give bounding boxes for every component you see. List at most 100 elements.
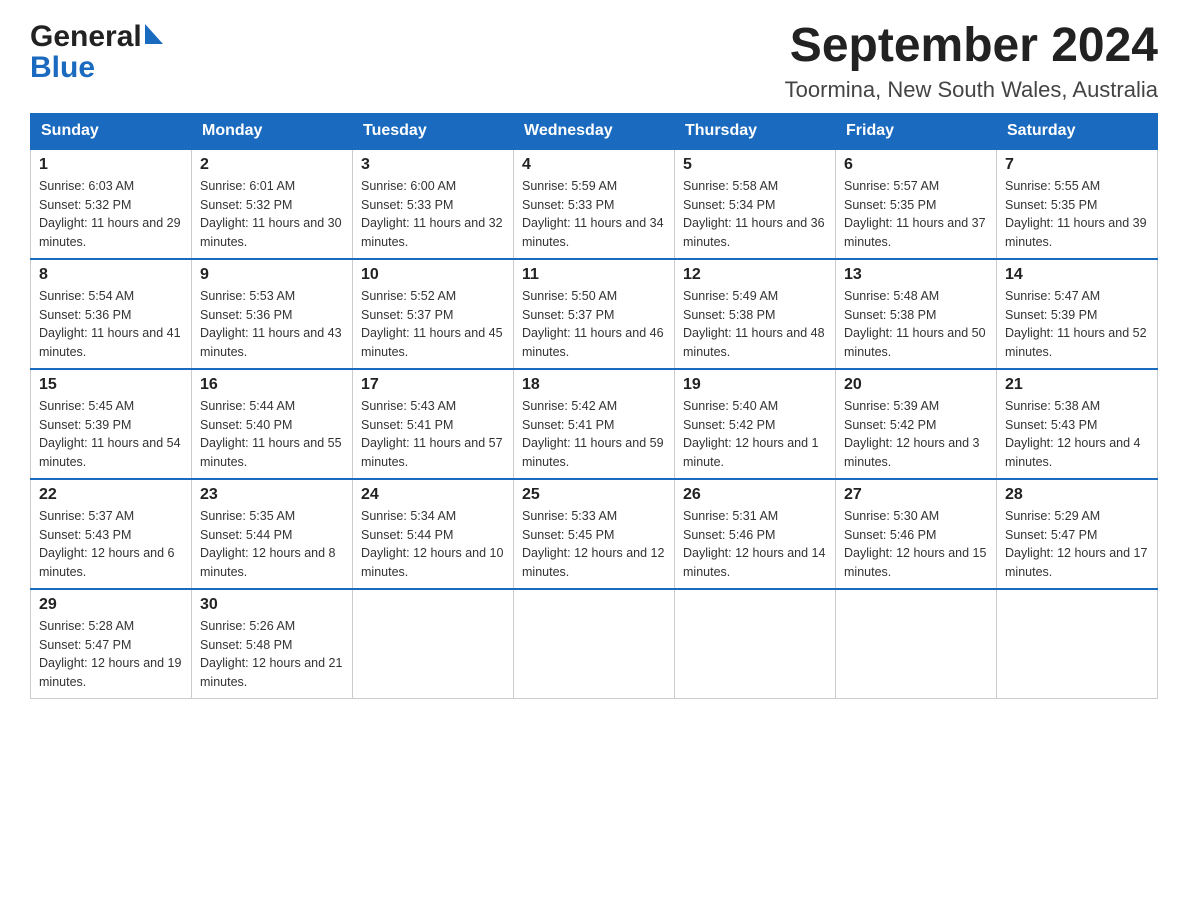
day-number: 4	[522, 156, 666, 174]
week-row-5: 29 Sunrise: 5:28 AM Sunset: 5:47 PM Dayl…	[31, 589, 1158, 699]
day-number: 14	[1005, 266, 1149, 284]
calendar-cell: 9 Sunrise: 5:53 AM Sunset: 5:36 PM Dayli…	[192, 259, 353, 369]
day-number: 19	[683, 376, 827, 394]
header-tuesday: Tuesday	[353, 113, 514, 149]
day-info: Sunrise: 5:29 AM Sunset: 5:47 PM Dayligh…	[1005, 507, 1149, 582]
calendar-cell: 30 Sunrise: 5:26 AM Sunset: 5:48 PM Dayl…	[192, 589, 353, 699]
day-number: 22	[39, 486, 183, 504]
calendar-cell: 13 Sunrise: 5:48 AM Sunset: 5:38 PM Dayl…	[836, 259, 997, 369]
page-header: General Blue September 2024 Toormina, Ne…	[30, 20, 1158, 103]
day-number: 6	[844, 156, 988, 174]
day-info: Sunrise: 5:50 AM Sunset: 5:37 PM Dayligh…	[522, 287, 666, 362]
day-number: 2	[200, 156, 344, 174]
calendar-cell: 19 Sunrise: 5:40 AM Sunset: 5:42 PM Dayl…	[675, 369, 836, 479]
day-info: Sunrise: 5:44 AM Sunset: 5:40 PM Dayligh…	[200, 397, 344, 472]
day-info: Sunrise: 5:55 AM Sunset: 5:35 PM Dayligh…	[1005, 177, 1149, 252]
day-info: Sunrise: 5:43 AM Sunset: 5:41 PM Dayligh…	[361, 397, 505, 472]
header-wednesday: Wednesday	[514, 113, 675, 149]
day-number: 10	[361, 266, 505, 284]
day-number: 11	[522, 266, 666, 284]
day-number: 9	[200, 266, 344, 284]
day-number: 5	[683, 156, 827, 174]
logo-blue-text: Blue	[30, 53, 95, 83]
calendar-cell: 18 Sunrise: 5:42 AM Sunset: 5:41 PM Dayl…	[514, 369, 675, 479]
day-info: Sunrise: 5:34 AM Sunset: 5:44 PM Dayligh…	[361, 507, 505, 582]
header-thursday: Thursday	[675, 113, 836, 149]
calendar-cell: 17 Sunrise: 5:43 AM Sunset: 5:41 PM Dayl…	[353, 369, 514, 479]
day-info: Sunrise: 5:26 AM Sunset: 5:48 PM Dayligh…	[200, 617, 344, 692]
day-info: Sunrise: 6:00 AM Sunset: 5:33 PM Dayligh…	[361, 177, 505, 252]
day-number: 1	[39, 156, 183, 174]
calendar-cell: 28 Sunrise: 5:29 AM Sunset: 5:47 PM Dayl…	[997, 479, 1158, 589]
day-info: Sunrise: 5:30 AM Sunset: 5:46 PM Dayligh…	[844, 507, 988, 582]
day-number: 29	[39, 596, 183, 614]
location-subtitle: Toormina, New South Wales, Australia	[785, 77, 1158, 103]
day-number: 18	[522, 376, 666, 394]
header-sunday: Sunday	[31, 113, 192, 149]
week-row-1: 1 Sunrise: 6:03 AM Sunset: 5:32 PM Dayli…	[31, 149, 1158, 259]
title-block: September 2024 Toormina, New South Wales…	[785, 20, 1158, 103]
day-info: Sunrise: 5:33 AM Sunset: 5:45 PM Dayligh…	[522, 507, 666, 582]
day-info: Sunrise: 6:01 AM Sunset: 5:32 PM Dayligh…	[200, 177, 344, 252]
calendar-cell: 21 Sunrise: 5:38 AM Sunset: 5:43 PM Dayl…	[997, 369, 1158, 479]
week-row-3: 15 Sunrise: 5:45 AM Sunset: 5:39 PM Dayl…	[31, 369, 1158, 479]
day-number: 20	[844, 376, 988, 394]
month-title: September 2024	[785, 20, 1158, 73]
calendar-cell: 2 Sunrise: 6:01 AM Sunset: 5:32 PM Dayli…	[192, 149, 353, 259]
calendar-cell	[836, 589, 997, 699]
day-number: 7	[1005, 156, 1149, 174]
day-number: 15	[39, 376, 183, 394]
calendar-cell: 12 Sunrise: 5:49 AM Sunset: 5:38 PM Dayl…	[675, 259, 836, 369]
day-number: 23	[200, 486, 344, 504]
day-info: Sunrise: 5:58 AM Sunset: 5:34 PM Dayligh…	[683, 177, 827, 252]
calendar-cell: 7 Sunrise: 5:55 AM Sunset: 5:35 PM Dayli…	[997, 149, 1158, 259]
calendar-cell: 4 Sunrise: 5:59 AM Sunset: 5:33 PM Dayli…	[514, 149, 675, 259]
calendar-cell: 16 Sunrise: 5:44 AM Sunset: 5:40 PM Dayl…	[192, 369, 353, 479]
day-info: Sunrise: 5:38 AM Sunset: 5:43 PM Dayligh…	[1005, 397, 1149, 472]
header-monday: Monday	[192, 113, 353, 149]
calendar-cell: 25 Sunrise: 5:33 AM Sunset: 5:45 PM Dayl…	[514, 479, 675, 589]
day-number: 16	[200, 376, 344, 394]
day-info: Sunrise: 5:31 AM Sunset: 5:46 PM Dayligh…	[683, 507, 827, 582]
day-number: 30	[200, 596, 344, 614]
day-info: Sunrise: 5:53 AM Sunset: 5:36 PM Dayligh…	[200, 287, 344, 362]
calendar-cell	[514, 589, 675, 699]
calendar-cell: 20 Sunrise: 5:39 AM Sunset: 5:42 PM Dayl…	[836, 369, 997, 479]
calendar-cell	[353, 589, 514, 699]
header-saturday: Saturday	[997, 113, 1158, 149]
day-number: 17	[361, 376, 505, 394]
calendar-cell: 26 Sunrise: 5:31 AM Sunset: 5:46 PM Dayl…	[675, 479, 836, 589]
calendar-cell: 27 Sunrise: 5:30 AM Sunset: 5:46 PM Dayl…	[836, 479, 997, 589]
day-info: Sunrise: 5:39 AM Sunset: 5:42 PM Dayligh…	[844, 397, 988, 472]
day-info: Sunrise: 5:48 AM Sunset: 5:38 PM Dayligh…	[844, 287, 988, 362]
calendar-cell: 8 Sunrise: 5:54 AM Sunset: 5:36 PM Dayli…	[31, 259, 192, 369]
week-row-4: 22 Sunrise: 5:37 AM Sunset: 5:43 PM Dayl…	[31, 479, 1158, 589]
day-info: Sunrise: 5:57 AM Sunset: 5:35 PM Dayligh…	[844, 177, 988, 252]
day-info: Sunrise: 5:42 AM Sunset: 5:41 PM Dayligh…	[522, 397, 666, 472]
logo: General Blue	[30, 20, 163, 83]
day-info: Sunrise: 5:37 AM Sunset: 5:43 PM Dayligh…	[39, 507, 183, 582]
day-number: 3	[361, 156, 505, 174]
day-number: 27	[844, 486, 988, 504]
calendar-cell: 23 Sunrise: 5:35 AM Sunset: 5:44 PM Dayl…	[192, 479, 353, 589]
day-info: Sunrise: 5:49 AM Sunset: 5:38 PM Dayligh…	[683, 287, 827, 362]
weekday-header-row: Sunday Monday Tuesday Wednesday Thursday…	[31, 113, 1158, 149]
calendar-cell: 22 Sunrise: 5:37 AM Sunset: 5:43 PM Dayl…	[31, 479, 192, 589]
calendar-cell	[675, 589, 836, 699]
day-number: 28	[1005, 486, 1149, 504]
day-number: 21	[1005, 376, 1149, 394]
calendar-cell: 24 Sunrise: 5:34 AM Sunset: 5:44 PM Dayl…	[353, 479, 514, 589]
day-info: Sunrise: 5:45 AM Sunset: 5:39 PM Dayligh…	[39, 397, 183, 472]
day-info: Sunrise: 5:28 AM Sunset: 5:47 PM Dayligh…	[39, 617, 183, 692]
day-info: Sunrise: 5:35 AM Sunset: 5:44 PM Dayligh…	[200, 507, 344, 582]
day-number: 8	[39, 266, 183, 284]
week-row-2: 8 Sunrise: 5:54 AM Sunset: 5:36 PM Dayli…	[31, 259, 1158, 369]
day-number: 13	[844, 266, 988, 284]
calendar-cell: 1 Sunrise: 6:03 AM Sunset: 5:32 PM Dayli…	[31, 149, 192, 259]
day-number: 24	[361, 486, 505, 504]
calendar-cell: 11 Sunrise: 5:50 AM Sunset: 5:37 PM Dayl…	[514, 259, 675, 369]
header-friday: Friday	[836, 113, 997, 149]
day-info: Sunrise: 5:52 AM Sunset: 5:37 PM Dayligh…	[361, 287, 505, 362]
day-info: Sunrise: 5:40 AM Sunset: 5:42 PM Dayligh…	[683, 397, 827, 472]
day-info: Sunrise: 5:47 AM Sunset: 5:39 PM Dayligh…	[1005, 287, 1149, 362]
